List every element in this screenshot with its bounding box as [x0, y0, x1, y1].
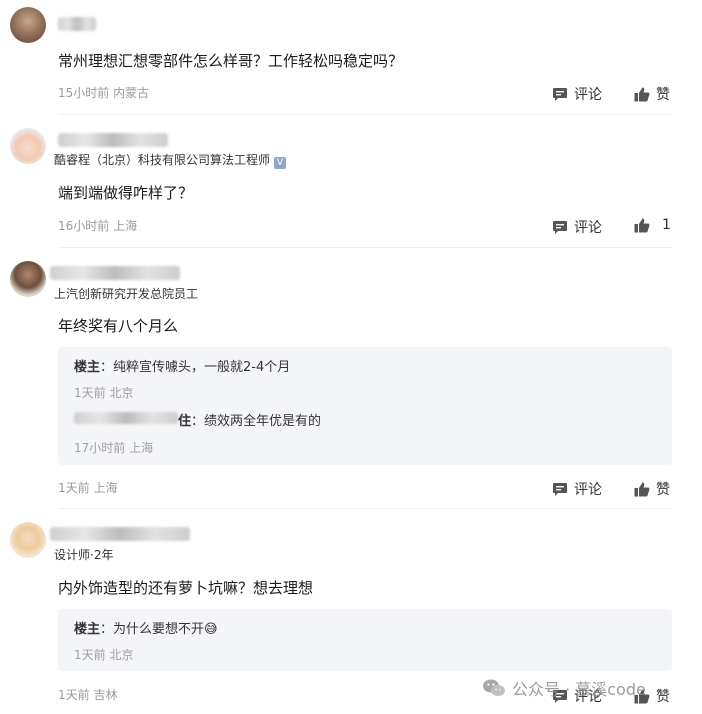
- comment-button-label: 评论: [574, 482, 602, 498]
- reply-item[interactable]: 楼主：为什么要想不开😅: [74, 618, 218, 637]
- like-button-label: 赞: [656, 87, 670, 103]
- comment-bubble-icon: [553, 87, 567, 101]
- username-blurred[interactable]: [58, 133, 168, 147]
- reply-location: 北京: [109, 386, 134, 400]
- reply-text: 纯粹宣传噱头，一般就2-4个月: [113, 360, 291, 375]
- reply-location: 上海: [129, 441, 154, 455]
- comment-button[interactable]: 评论: [552, 217, 602, 237]
- avatar[interactable]: [10, 261, 46, 297]
- reply-username-blurred[interactable]: [74, 412, 178, 424]
- reply-time: 1天前: [74, 386, 106, 400]
- reply-meta: 17小时前 上海: [74, 439, 153, 456]
- reply-separator: ：: [100, 360, 114, 375]
- author-company: 设计师·2年: [54, 548, 114, 562]
- like-button[interactable]: 赞: [634, 84, 670, 104]
- comment-text: 端到端做得咋样了？: [58, 184, 194, 202]
- reply-text: 绩效两全年优是有的: [204, 414, 322, 429]
- username-blurred[interactable]: [58, 17, 96, 31]
- comment-time: 15小时前: [58, 86, 110, 100]
- comment-button-label: 评论: [574, 87, 602, 103]
- reply-meta: 1天前 北京: [74, 384, 133, 401]
- comment-location: 内蒙古: [113, 86, 150, 100]
- avatar[interactable]: [10, 7, 46, 43]
- comment-location: 上海: [93, 481, 118, 495]
- comment-meta: 1天前 上海: [58, 479, 117, 496]
- avatar[interactable]: [10, 128, 46, 164]
- comment-location: 吉林: [93, 688, 118, 702]
- comment-bubble-icon: [553, 482, 567, 496]
- comment-time: 1天前: [58, 481, 90, 495]
- wechat-icon: [483, 679, 505, 696]
- author-company: 上汽创新研究开发总院员工: [54, 287, 199, 301]
- comment-text: 常州理想汇想零部件怎么样哥？工作轻松吗稳定吗？: [58, 52, 404, 70]
- username-blurred[interactable]: [50, 527, 190, 541]
- like-button[interactable]: 1: [634, 217, 671, 233]
- reply-time: 1天前: [74, 648, 106, 662]
- author-company-text: 酷睿程（北京）科技有限公司算法工程师: [54, 153, 271, 167]
- reply-item[interactable]: 楼主：纯粹宣传噱头，一般就2-4个月: [74, 356, 290, 375]
- reply-location: 北京: [109, 648, 134, 662]
- comment-bubble-icon: [553, 220, 567, 234]
- reply-time: 17小时前: [74, 441, 126, 455]
- like-count: 1: [662, 217, 671, 233]
- like-button[interactable]: 赞: [634, 479, 670, 499]
- thumbs-up-icon: [634, 87, 650, 101]
- comment-meta: 16小时前 上海: [58, 217, 137, 234]
- reply-author[interactable]: 楼主: [74, 360, 100, 375]
- reply-separator: ：: [191, 414, 205, 429]
- avatar[interactable]: [10, 522, 46, 558]
- watermark: 公众号 · 慕溪code: [482, 676, 646, 700]
- comment-text: 年终奖有八个月么: [58, 317, 179, 335]
- comment-meta: 15小时前 内蒙古: [58, 84, 149, 101]
- like-button-label: 赞: [656, 689, 670, 705]
- thumbs-up-icon: [634, 482, 650, 496]
- like-button-label: 赞: [656, 482, 670, 498]
- reply-meta: 1天前 北京: [74, 646, 133, 663]
- comment-item: 常州理想汇想零部件怎么样哥？工作轻松吗稳定吗？ 15小时前 内蒙古 评论 赞: [0, 0, 702, 115]
- comment-meta: 1天前 吉林: [58, 686, 117, 703]
- comment-text: 内外饰造型的还有萝卜坑嘛？想去理想: [58, 579, 314, 597]
- comment-time: 1天前: [58, 688, 90, 702]
- comment-item: 上汽创新研究开发总院员工 年终奖有八个月么 楼主：纯粹宣传噱头，一般就2-4个月…: [0, 248, 702, 509]
- watermark-text: 公众号 · 慕溪code: [512, 680, 646, 699]
- comment-time: 16小时前: [58, 219, 110, 233]
- comment-item: 酷睿程（北京）科技有限公司算法工程师 V 端到端做得咋样了？ 16小时前 上海 评…: [0, 115, 702, 248]
- comment-location: 上海: [113, 219, 138, 233]
- reply-separator: ：: [100, 622, 114, 637]
- comment-button-label: 评论: [574, 220, 602, 236]
- thumbs-up-icon: [634, 218, 650, 232]
- comment-button[interactable]: 评论: [552, 479, 602, 499]
- reply-author[interactable]: 楼主: [74, 622, 100, 637]
- reply-list: 楼主：为什么要想不开😅 1天前 北京: [58, 609, 672, 671]
- reply-list: 楼主：纯粹宣传噱头，一般就2-4个月 1天前 北京 住：绩效两全年优是有的 17…: [58, 347, 672, 465]
- reply-author[interactable]: 住: [178, 414, 191, 429]
- username-blurred[interactable]: [50, 266, 180, 280]
- author-company: 酷睿程（北京）科技有限公司算法工程师 V: [54, 151, 287, 169]
- verified-badge-icon: V: [274, 157, 287, 169]
- comment-button[interactable]: 评论: [552, 84, 602, 104]
- reply-item[interactable]: 住：绩效两全年优是有的: [178, 410, 321, 429]
- reply-text: 为什么要想不开😅: [113, 622, 218, 637]
